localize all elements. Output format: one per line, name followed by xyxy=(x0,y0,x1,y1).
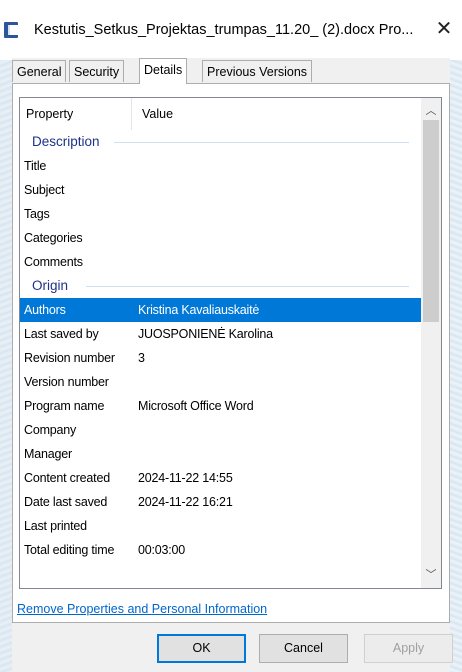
property-row[interactable]: Comments xyxy=(20,250,423,274)
property-name: Company xyxy=(24,423,77,437)
property-value: JUOSPONIENĖ Karolina xyxy=(138,327,273,341)
property-row[interactable]: Authors Kristina Kavaliauskaitė xyxy=(20,298,423,322)
group-header-description: Description xyxy=(20,130,423,154)
column-header-property[interactable]: Property xyxy=(20,98,132,130)
apply-button[interactable]: Apply xyxy=(364,634,453,663)
property-row[interactable]: Date last saved 2024-11-22 16:21 xyxy=(20,490,423,514)
list-header: Property Value xyxy=(20,98,423,130)
property-row[interactable]: Categories xyxy=(20,226,423,250)
tab-strip: General Security Details Previous Versio… xyxy=(12,58,450,84)
column-header-value[interactable]: Value xyxy=(132,98,422,130)
property-name: Authors xyxy=(24,303,66,317)
group-label: Origin xyxy=(32,278,69,293)
group-divider xyxy=(86,286,409,287)
properties-list[interactable]: Property Value Description Title Subject T… xyxy=(19,97,442,589)
property-row[interactable]: Last printed xyxy=(20,514,423,538)
property-name: Last printed xyxy=(24,519,87,533)
origin-rows: Authors Kristina Kavaliauskaitė Last saved… xyxy=(20,298,423,562)
remove-properties-link[interactable]: Remove Properties and Personal Informati… xyxy=(17,602,267,616)
ok-button[interactable]: OK xyxy=(157,634,246,663)
property-name: Date last saved xyxy=(24,495,108,509)
cancel-button[interactable]: Cancel xyxy=(259,634,348,663)
property-name: Total editing time xyxy=(24,543,115,557)
window-title: Kestutis_Setkus_Projektas_trumpas_11.20_… xyxy=(34,22,414,38)
property-value: 2024-11-22 14:55 xyxy=(138,471,233,485)
property-value: 2024-11-22 16:21 xyxy=(138,495,233,509)
property-value: Microsoft Office Word xyxy=(138,399,254,413)
tab-details[interactable]: Details xyxy=(139,58,188,84)
property-name: Last saved by xyxy=(24,327,99,341)
property-name: Subject xyxy=(24,183,65,197)
desktop-backdrop-right xyxy=(450,60,462,672)
close-button[interactable]: ✕ xyxy=(432,16,456,42)
property-row[interactable]: Version number xyxy=(20,370,423,394)
property-row[interactable]: Subject xyxy=(20,178,423,202)
property-row[interactable]: Program name Microsoft Office Word xyxy=(20,394,423,418)
property-row[interactable]: Tags xyxy=(20,202,423,226)
scroll-thumb[interactable] xyxy=(423,120,439,322)
property-row[interactable]: Total editing time 00:03:00 xyxy=(20,538,423,562)
property-row[interactable]: Last saved by JUOSPONIENĖ Karolina xyxy=(20,322,423,346)
property-name: Tags xyxy=(24,207,50,221)
tab-previous-versions[interactable]: Previous Versions xyxy=(202,60,313,82)
vertical-scrollbar[interactable]: ︿ ﹀ xyxy=(421,98,441,588)
property-row[interactable]: Content created 2024-11-22 14:55 xyxy=(20,466,423,490)
list-rows: Description Title Subject Tags Categories Co… xyxy=(20,130,423,562)
property-row[interactable]: Manager xyxy=(20,442,423,466)
property-value: 00:03:00 xyxy=(138,543,186,557)
properties-dialog: General Security Details Previous Versio… xyxy=(12,58,453,672)
group-header-origin: Origin xyxy=(20,274,423,298)
property-row[interactable]: Title xyxy=(20,154,423,178)
description-rows: Title Subject Tags Categories Comments xyxy=(20,154,423,274)
scroll-up-arrow-icon[interactable]: ︿ xyxy=(421,104,441,118)
tab-general[interactable]: General xyxy=(12,60,67,82)
property-name: Program name xyxy=(24,399,105,413)
property-value: 3 xyxy=(138,351,145,365)
property-row[interactable]: Revision number 3 xyxy=(20,346,423,370)
property-name: Categories xyxy=(24,231,83,245)
property-name: Manager xyxy=(24,447,72,461)
word-document-icon xyxy=(4,22,19,38)
property-row[interactable]: Company xyxy=(20,418,423,442)
title-bar[interactable]: Kestutis_Setkus_Projektas_trumpas_11.20_… xyxy=(0,0,462,58)
tab-security[interactable]: Security xyxy=(69,60,125,82)
property-name: Revision number xyxy=(24,351,115,365)
group-divider xyxy=(114,142,409,143)
details-panel: Property Value Description Title Subject T… xyxy=(12,83,450,623)
scroll-down-arrow-icon[interactable]: ﹀ xyxy=(421,568,441,582)
property-name: Version number xyxy=(24,375,109,389)
property-name: Comments xyxy=(24,255,83,269)
property-value: Kristina Kavaliauskaitė xyxy=(138,303,260,317)
property-name: Content created xyxy=(24,471,110,485)
group-label: Description xyxy=(32,134,100,149)
desktop-backdrop-left xyxy=(0,60,12,672)
property-name: Title xyxy=(24,159,47,173)
